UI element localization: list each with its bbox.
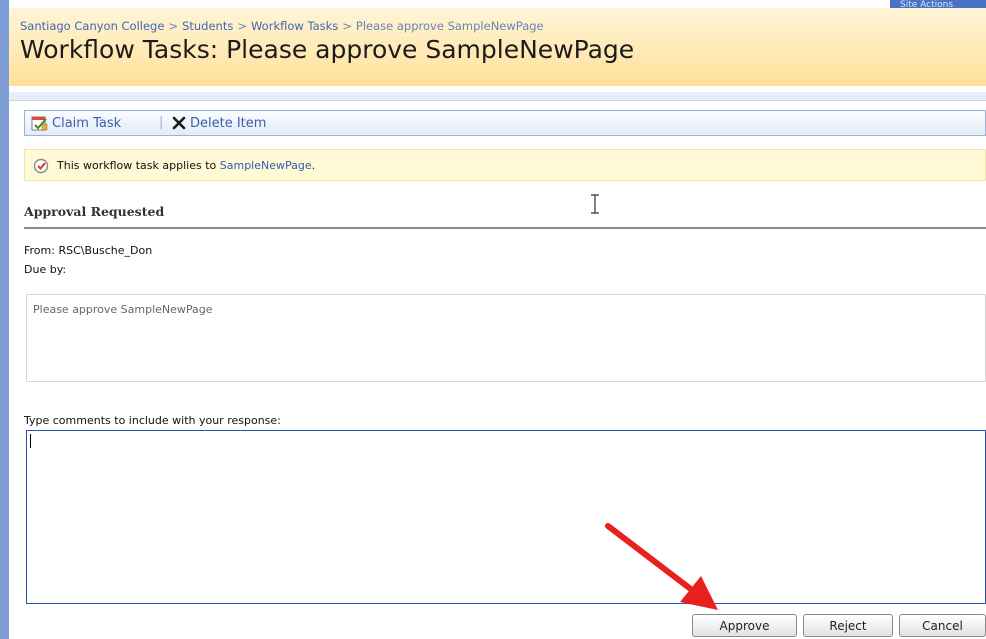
approve-button[interactable]: Approve: [692, 614, 797, 637]
page-title: Workflow Tasks: Please approve SampleNew…: [20, 35, 635, 64]
breadcrumb-separator: >: [237, 19, 247, 33]
due-by-field: Due by:: [24, 263, 67, 276]
breadcrumb-item-students[interactable]: Students: [182, 19, 233, 33]
breadcrumb-separator: >: [168, 19, 179, 33]
breadcrumb-item-college[interactable]: Santiago Canyon College: [20, 19, 164, 33]
breadcrumb-separator: >: [342, 19, 352, 33]
comments-input[interactable]: [26, 430, 986, 604]
text-cursor-icon: [591, 194, 599, 214]
section-rule: [24, 227, 986, 229]
toolbar: Claim Task | Delete Item: [24, 110, 986, 136]
breadcrumb-item-current: Please approve SampleNewPage: [355, 19, 544, 33]
breadcrumb: Santiago Canyon College > Students > Workflo…: [20, 19, 544, 33]
page-header: Santiago Canyon College > Students > Workflo…: [9, 8, 986, 86]
info-bar: This workflow task applies to SampleNewP…: [24, 149, 986, 181]
info-prefix: This workflow task applies to: [57, 159, 220, 172]
toolbar-separator: |: [159, 115, 164, 130]
info-suffix: .: [311, 159, 316, 172]
from-field: From: RSC\Busche_Don: [24, 244, 153, 257]
cancel-button[interactable]: Cancel: [899, 614, 986, 637]
workflow-icon: [33, 158, 49, 174]
comments-label: Type comments to include with your respo…: [24, 414, 281, 427]
claim-task-label: Claim Task: [52, 115, 122, 131]
header-divider: [9, 92, 986, 101]
description-text: Please approve SampleNewPage: [33, 303, 213, 316]
page-top: [0, 0, 986, 8]
claim-task-button[interactable]: Claim Task: [31, 115, 121, 131]
reject-button[interactable]: Reject: [803, 614, 893, 637]
arrow-annotation: [605, 523, 718, 610]
description-box: Please approve SampleNewPage: [26, 294, 986, 382]
breadcrumb-item-workflow-tasks[interactable]: Workflow Tasks: [251, 19, 338, 33]
sample-page-link[interactable]: SampleNewPage: [220, 159, 312, 172]
claim-task-icon: [31, 116, 48, 131]
delete-item-label: Delete Item: [190, 115, 267, 131]
section-title: Approval Requested: [24, 204, 165, 219]
text-caret: [30, 434, 31, 448]
left-rail: [0, 0, 9, 639]
delete-item-button[interactable]: Delete Item: [171, 115, 266, 131]
info-text: This workflow task applies to SampleNewP…: [57, 159, 315, 172]
delete-icon: [172, 116, 186, 130]
